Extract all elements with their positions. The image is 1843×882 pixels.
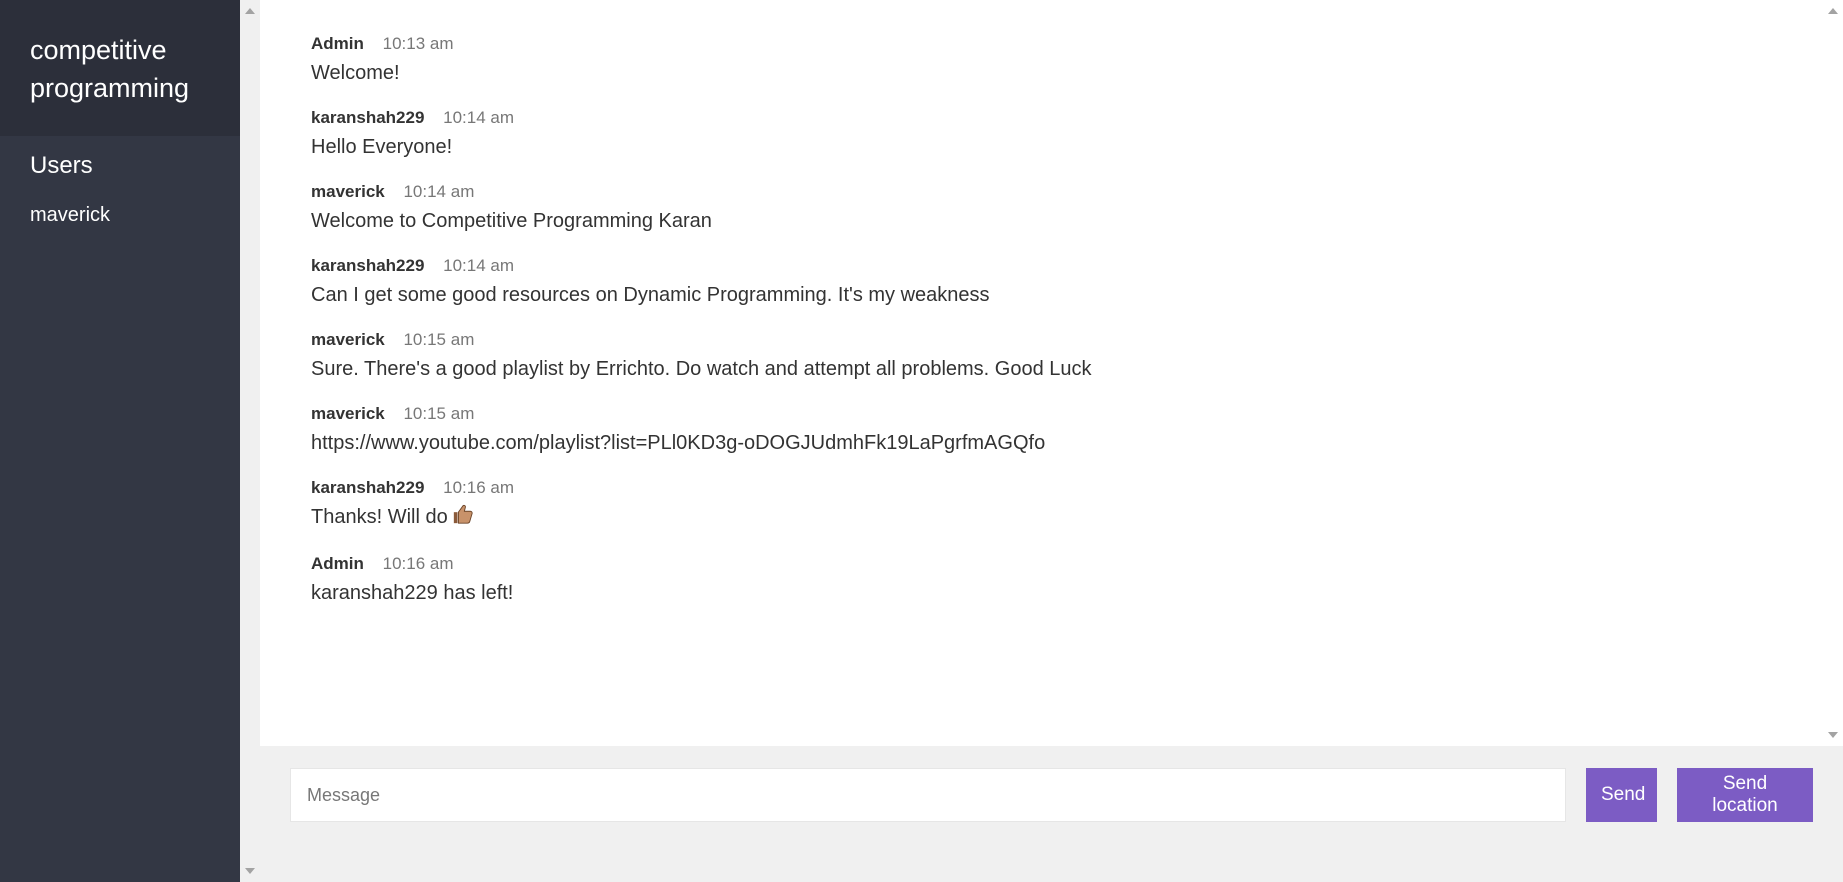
message-author: maverick (311, 182, 385, 201)
message-text: https://www.youtube.com/playlist?list=PL… (311, 432, 1046, 454)
sidebar: competitive programming Users maverick (0, 0, 260, 882)
message-meta: Admin 10:13 am (311, 30, 1823, 58)
message-time: 10:14 am (443, 108, 515, 127)
scroll-down-arrow-icon[interactable] (1828, 732, 1838, 738)
message-meta: maverick 10:15 am (311, 400, 1823, 428)
message-author: karanshah229 (311, 256, 425, 275)
message-meta: maverick 10:15 am (311, 326, 1823, 354)
message-meta: maverick 10:14 am (311, 178, 1823, 206)
message-author: maverick (311, 330, 385, 349)
message-author: karanshah229 (311, 108, 425, 127)
message: maverick 10:14 am Welcome to Competitive… (311, 178, 1823, 236)
chat-main: Admin 10:13 am Welcome! karanshah229 10:… (260, 0, 1843, 882)
message-time: 10:16 am (443, 478, 515, 497)
message-text: Welcome to Competitive Programming Karan (311, 210, 712, 232)
compose-bar: Send Send location (260, 746, 1843, 882)
message-time: 10:14 am (443, 256, 515, 275)
message-text: Can I get some good resources on Dynamic… (311, 284, 990, 306)
messages-list[interactable]: Admin 10:13 am Welcome! karanshah229 10:… (260, 0, 1823, 746)
message-meta: karanshah229 10:14 am (311, 252, 1823, 280)
users-heading: Users (30, 152, 93, 179)
user-item: maverick (30, 204, 111, 226)
message-text: karanshah229 has left! (311, 582, 514, 604)
message-meta: karanshah229 10:16 am (311, 474, 1823, 502)
users-section: Users maverick (0, 136, 260, 230)
message-time: 10:16 am (382, 554, 454, 573)
message-text-with-emoji: Thanks! Will do (311, 502, 1823, 534)
messages-scrollbar[interactable] (1823, 0, 1843, 746)
message-meta: karanshah229 10:14 am (311, 104, 1823, 132)
thumbs-up-icon (452, 503, 474, 534)
message: maverick 10:15 am https://www.youtube.co… (311, 400, 1823, 458)
message-text: Thanks! Will do (311, 506, 448, 528)
message: Admin 10:13 am Welcome! (311, 30, 1823, 88)
message: karanshah229 10:14 am Can I get some goo… (311, 252, 1823, 310)
message-time: 10:14 am (403, 182, 475, 201)
message-time: 10:15 am (403, 330, 475, 349)
message-author: Admin (311, 554, 364, 573)
sidebar-scrollbar[interactable] (240, 0, 260, 882)
message-time: 10:15 am (403, 404, 475, 423)
sidebar-header: competitive programming (0, 0, 260, 136)
message-author: Admin (311, 34, 364, 53)
scroll-down-arrow-icon[interactable] (245, 868, 255, 874)
scroll-up-arrow-icon[interactable] (1828, 8, 1838, 14)
message: maverick 10:15 am Sure. There's a good p… (311, 326, 1823, 384)
users-list: maverick (30, 200, 230, 230)
message-input[interactable] (290, 768, 1566, 822)
message-time: 10:13 am (382, 34, 454, 53)
room-title: competitive programming (30, 35, 190, 103)
send-location-button[interactable]: Send location (1677, 768, 1813, 822)
send-button[interactable]: Send (1586, 768, 1657, 822)
message-text: Welcome! (311, 62, 400, 84)
compose-form: Send Send location (290, 768, 1813, 822)
scroll-up-arrow-icon[interactable] (245, 8, 255, 14)
message: Admin 10:16 am karanshah229 has left! (311, 550, 1823, 608)
message-author: maverick (311, 404, 385, 423)
message-meta: Admin 10:16 am (311, 550, 1823, 578)
message-text: Hello Everyone! (311, 136, 453, 158)
message-author: karanshah229 (311, 478, 425, 497)
message: karanshah229 10:14 am Hello Everyone! (311, 104, 1823, 162)
message: karanshah229 10:16 am Thanks! Will do (311, 474, 1823, 534)
message-text: Sure. There's a good playlist by Erricht… (311, 358, 1092, 380)
